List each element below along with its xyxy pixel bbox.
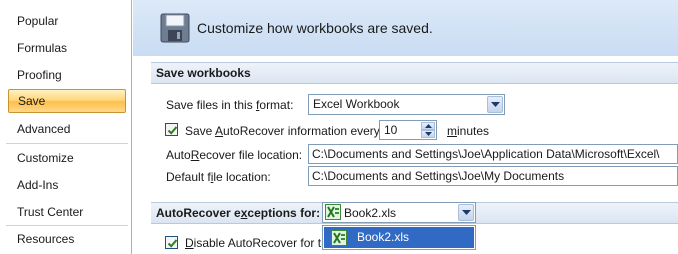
options-main-panel: Customize how workbooks are saved. Save … xyxy=(133,0,678,254)
exceptions-dropdown-list: Book2.xls xyxy=(322,225,476,250)
save-format-value: Excel Workbook xyxy=(313,97,400,111)
section-save-workbooks: Save workbooks xyxy=(151,62,678,84)
autorecover-checkbox[interactable] xyxy=(165,123,178,136)
page-header: Customize how workbooks are saved. xyxy=(133,0,678,56)
exceptions-selected-value: Book2.xls xyxy=(344,206,397,220)
page-title: Customize how workbooks are saved. xyxy=(197,20,433,36)
dropdown-option-label: Book2.xls xyxy=(357,230,410,244)
sidebar-item-popular[interactable]: Popular xyxy=(8,9,126,33)
sidebar-item-resources[interactable]: Resources xyxy=(8,227,126,251)
excel-file-icon xyxy=(331,230,347,246)
exceptions-workbook-select[interactable]: Book2.xls xyxy=(322,202,476,223)
format-label: Save files in this format: xyxy=(166,98,294,112)
autorecover-minutes-value: 10 xyxy=(384,123,398,137)
sidebar-item-advanced[interactable]: Advanced xyxy=(8,117,126,141)
default-location-input[interactable]: C:\Documents and Settings\Joe\My Documen… xyxy=(308,166,678,186)
autorecover-minutes-spinner[interactable]: 10 xyxy=(379,120,437,140)
minutes-label: minutes xyxy=(447,124,490,138)
sidebar-divider xyxy=(6,143,128,144)
autorecover-location-input[interactable]: C:\Documents and Settings\Joe\Applicatio… xyxy=(308,144,678,164)
chevron-down-icon[interactable] xyxy=(458,204,474,221)
sidebar-item-formulas[interactable]: Formulas xyxy=(8,36,126,60)
options-sidebar: Popular Formulas Proofing Save Advanced … xyxy=(0,0,132,254)
save-format-select[interactable]: Excel Workbook xyxy=(308,94,505,115)
disable-autorecover-label: Disable AutoRecover for th xyxy=(185,236,328,250)
excel-file-icon xyxy=(325,204,341,220)
sidebar-item-customize[interactable]: Customize xyxy=(8,146,126,170)
sidebar-item-proofing[interactable]: Proofing xyxy=(8,63,126,87)
checkmark-icon xyxy=(167,126,178,135)
spin-up-icon[interactable] xyxy=(421,122,435,130)
floppy-disk-icon xyxy=(160,13,190,43)
autorecover-label: Save AutoRecover information every xyxy=(185,124,380,138)
sidebar-item-save[interactable]: Save xyxy=(8,89,126,113)
disable-autorecover-checkbox[interactable] xyxy=(165,236,178,249)
checkmark-icon xyxy=(167,239,178,248)
sidebar-item-trust-center[interactable]: Trust Center xyxy=(8,200,126,224)
sidebar-item-add-ins[interactable]: Add-Ins xyxy=(8,173,126,197)
spin-down-icon[interactable] xyxy=(421,130,435,138)
autorecover-location-label: AutoRecover file location: xyxy=(166,148,303,162)
dropdown-option[interactable]: Book2.xls xyxy=(324,227,474,248)
sidebar-divider xyxy=(6,225,128,226)
default-location-label: Default file location: xyxy=(166,170,271,184)
chevron-down-icon[interactable] xyxy=(487,96,503,113)
